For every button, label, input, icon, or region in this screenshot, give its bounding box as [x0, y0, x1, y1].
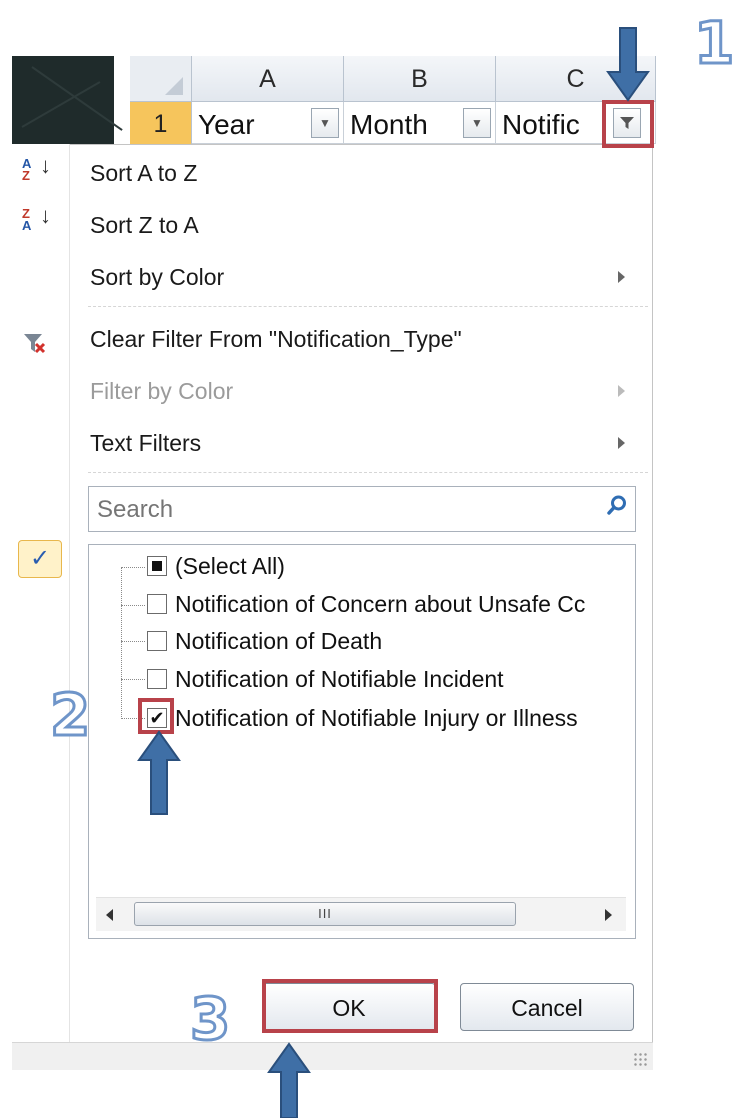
scrollbar-thumb[interactable]: III — [134, 902, 516, 926]
filter-item-label[interactable]: Notification of Death — [175, 628, 382, 655]
annotation-highlight-filter-button — [602, 100, 654, 148]
filter-item-checkbox[interactable] — [147, 594, 167, 614]
annotation-step-number: 2 — [48, 681, 91, 749]
sort-za-icon: Z A ↓ — [22, 203, 51, 233]
filter-search-box[interactable] — [88, 486, 636, 532]
select-all-corner[interactable] — [130, 56, 192, 102]
submenu-arrow-icon — [618, 437, 625, 449]
resize-grip-icon[interactable] — [633, 1052, 647, 1066]
filter-item-label[interactable]: (Select All) — [175, 553, 285, 580]
cancel-button[interactable]: Cancel — [460, 983, 634, 1031]
menu-resize-bar — [12, 1042, 653, 1070]
annotation-highlight-checkbox — [138, 698, 174, 734]
filter-item-label[interactable]: Notification of Concern about Unsafe Cc — [175, 591, 585, 618]
menu-separator — [88, 472, 648, 473]
annotation-arrow-up-icon — [267, 1042, 311, 1118]
filter-dropdown-year[interactable]: ▼ — [311, 108, 339, 138]
submenu-arrow-icon — [618, 385, 625, 397]
sort-by-color-item[interactable]: Sort by Color — [90, 264, 224, 291]
select-all-checkbox[interactable] — [147, 556, 167, 576]
scroll-right-icon[interactable] — [605, 909, 612, 921]
filter-by-color-item: Filter by Color — [90, 378, 234, 404]
filter-dropdown-month[interactable]: ▼ — [463, 108, 491, 138]
annotation-step-number: 1 — [692, 9, 735, 77]
filter-search-input[interactable] — [95, 493, 579, 527]
menu-icon-gutter — [12, 144, 70, 1042]
annotation-step-number: 3 — [188, 985, 231, 1053]
list-horizontal-scrollbar[interactable]: III — [96, 897, 626, 931]
tree-line — [121, 567, 122, 719]
filter-item-label[interactable]: Notification of Notifiable Injury or Ill… — [175, 705, 578, 732]
menu-separator — [88, 306, 648, 307]
cell-c1-text: Notific — [502, 109, 580, 140]
active-filter-check-icon: ✓ — [18, 540, 62, 578]
annotation-arrow-down-icon — [606, 27, 650, 102]
search-icon[interactable] — [607, 495, 627, 515]
column-header-a[interactable]: A — [192, 56, 344, 102]
text-filters-item[interactable]: Text Filters — [90, 430, 201, 457]
filter-item-checkbox[interactable] — [147, 669, 167, 689]
filter-item-checkbox[interactable] — [147, 631, 167, 651]
column-header-b[interactable]: B — [344, 56, 496, 102]
clear-filter-item[interactable]: Clear Filter From "Notification_Type" — [90, 326, 462, 353]
submenu-arrow-icon — [618, 271, 625, 283]
cell-b1[interactable]: Month ▼ — [344, 102, 496, 144]
scroll-left-icon[interactable] — [106, 909, 113, 921]
sort-z-to-a-item[interactable]: Sort Z to A — [90, 212, 199, 239]
worksheet-dark-area — [12, 56, 123, 144]
annotation-highlight-ok-button — [262, 979, 438, 1033]
annotation-arrow-up-icon — [137, 730, 181, 815]
filter-item-label[interactable]: Notification of Notifiable Incident — [175, 666, 504, 693]
row-header-1[interactable]: 1 — [130, 102, 192, 144]
cell-b1-text: Month — [350, 109, 428, 140]
cell-a1-text: Year — [198, 109, 255, 140]
cell-a1[interactable]: Year ▼ — [192, 102, 344, 144]
sort-a-to-z-item[interactable]: Sort A to Z — [90, 160, 197, 187]
clear-filter-icon — [24, 334, 46, 354]
sort-az-icon: A Z ↓ — [22, 153, 51, 183]
